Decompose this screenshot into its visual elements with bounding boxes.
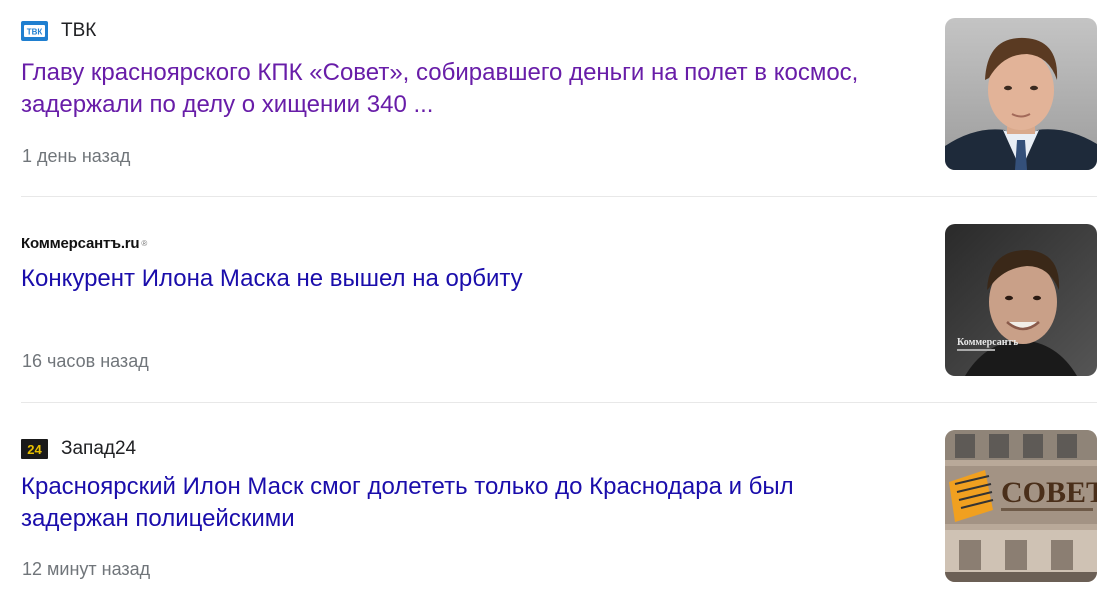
kommersant-logo-icon: Коммерсантъ.ru	[21, 234, 140, 252]
headline-link[interactable]: Конкурент Илона Маска не вышел на орбиту	[21, 263, 901, 295]
news-feed: ТВК ТВК Главу красноярского КПК «Совет»,…	[0, 0, 1111, 602]
divider	[21, 402, 1097, 403]
registered-mark-icon: ®	[141, 238, 148, 248]
thumbnail-image[interactable]: СОВЕТ	[945, 430, 1097, 582]
zapad24-logo-text: 24	[27, 442, 42, 457]
news-source[interactable]: Коммерсантъ.ru ®	[21, 231, 147, 255]
thumbnail-watermark: Коммерсантъ	[957, 337, 1018, 348]
source-name: ТВК	[61, 20, 97, 41]
news-source[interactable]: ТВК ТВК	[21, 19, 96, 43]
thumbnail-image[interactable]	[945, 18, 1097, 170]
news-card[interactable]: 24 Запад24 Красноярский Илон Маск смог д…	[21, 430, 1097, 602]
headline-link[interactable]: Главу красноярского КПК «Совет», собирав…	[21, 57, 901, 121]
news-card[interactable]: Коммерсантъ.ru ® Конкурент Илона Маска н…	[21, 224, 1097, 402]
source-name: Запад24	[61, 438, 137, 459]
news-source[interactable]: 24 Запад24	[21, 437, 136, 461]
headline-link[interactable]: Красноярский Илон Маск смог долететь тол…	[21, 471, 901, 535]
zapad24-logo-icon: 24	[21, 437, 48, 461]
timestamp: 12 минут назад	[22, 559, 151, 579]
thumbnail-sign-text: СОВЕТ	[1001, 476, 1097, 509]
timestamp: 1 день назад	[22, 146, 131, 166]
thumbnail-image[interactable]: Коммерсантъ	[945, 224, 1097, 376]
timestamp: 16 часов назад	[22, 351, 149, 371]
news-card[interactable]: ТВК ТВК Главу красноярского КПК «Совет»,…	[21, 12, 1097, 196]
divider	[21, 196, 1097, 197]
tvk-logo-text: ТВК	[27, 28, 43, 37]
tvk-logo-icon: ТВК	[21, 19, 48, 43]
